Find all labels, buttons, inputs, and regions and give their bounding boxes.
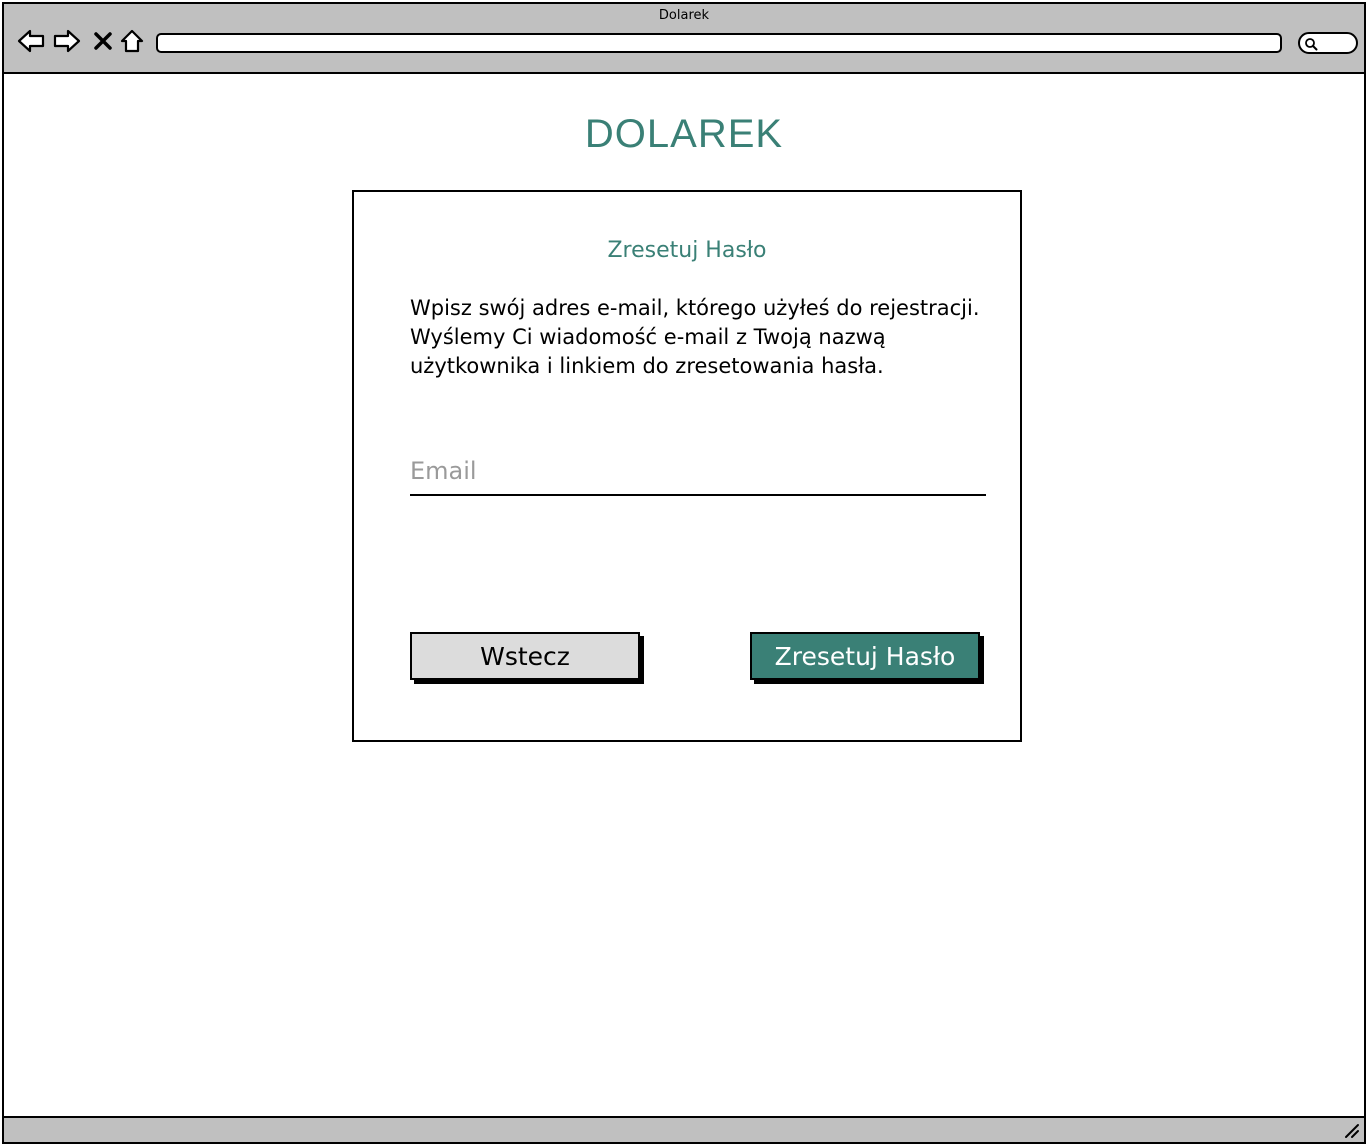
home-icon	[120, 29, 144, 53]
arrow-left-icon	[17, 29, 45, 53]
close-icon	[94, 32, 112, 50]
back-nav-button[interactable]	[16, 26, 46, 56]
window-title: Dolarek	[658, 8, 710, 23]
browser-search-button[interactable]	[1298, 32, 1358, 54]
home-button[interactable]	[117, 26, 147, 56]
resize-grip-icon[interactable]	[1342, 1121, 1360, 1139]
browser-window: Dolarek DOLAREK Zresetuj Hasło Wpisz swó…	[2, 2, 1366, 1144]
card-title: Zresetuj Hasło	[607, 238, 767, 263]
reset-password-button[interactable]: Zresetuj Hasło	[750, 632, 980, 680]
browser-toolbar: Dolarek	[4, 4, 1364, 74]
email-input[interactable]	[410, 454, 986, 496]
forward-nav-button[interactable]	[52, 26, 82, 56]
search-icon	[1305, 38, 1318, 51]
address-bar[interactable]	[156, 33, 1282, 53]
reset-password-card: Zresetuj Hasło Wpisz swój adres e-mail, …	[352, 190, 1022, 742]
stop-button[interactable]	[88, 26, 118, 56]
status-bar	[4, 1116, 1364, 1142]
brand-logo-text: DOLAREK	[584, 112, 784, 156]
arrow-right-icon	[53, 29, 81, 53]
back-button[interactable]: Wstecz	[410, 632, 640, 680]
instructions-text: Wpisz swój adres e-mail, którego użyłeś …	[410, 296, 980, 378]
